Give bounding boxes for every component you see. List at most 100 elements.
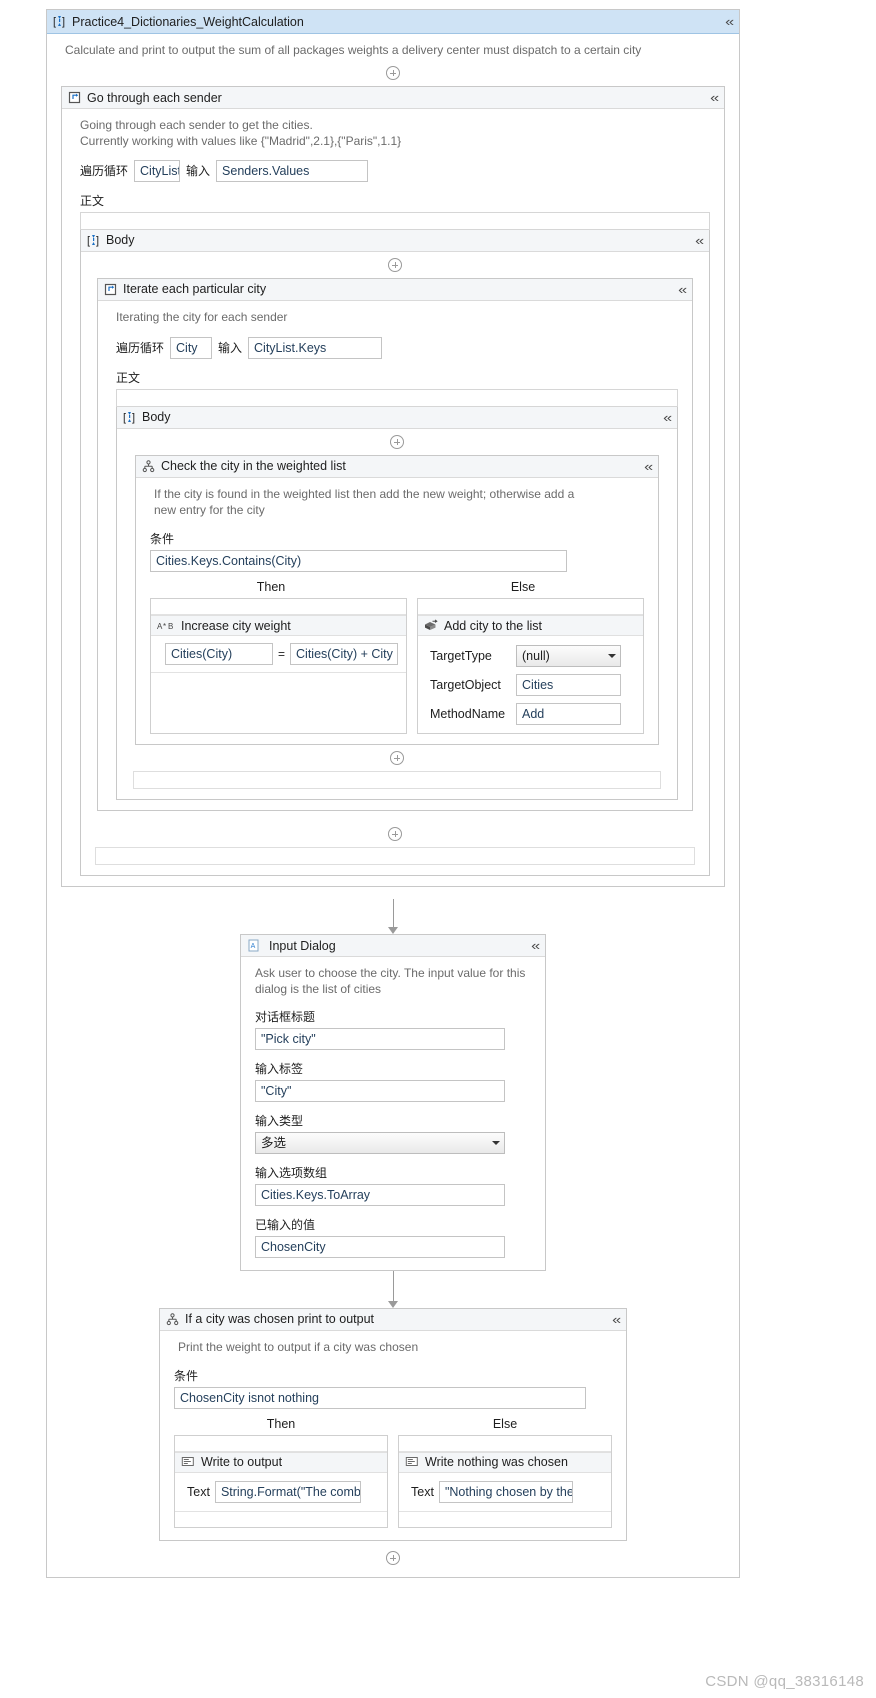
plus-icon[interactable] bbox=[386, 1550, 400, 1565]
if-weighted-header[interactable]: Check the city in the weighted list « bbox=[136, 455, 658, 478]
invoke-method-add-city-to-the-list[interactable]: Add city to the list TargetType (null) T… bbox=[418, 615, 643, 733]
sequence-icon: [ ] bbox=[123, 411, 136, 424]
add-activity-after-inner-loop[interactable] bbox=[81, 821, 709, 847]
root-sequence-header[interactable]: [ ] Practice4_Dictionaries_WeightCalcula… bbox=[47, 10, 739, 34]
inner-body-bottom-lane[interactable] bbox=[133, 771, 661, 790]
write-to-output-header[interactable]: Write to output bbox=[175, 1451, 387, 1473]
root-sequence-title: Practice4_Dictionaries_WeightCalculation bbox=[72, 14, 304, 29]
if-weighted-then-branch[interactable]: A * B Increase city weight Cities(City) … bbox=[150, 598, 408, 735]
input-type-combo[interactable]: 多选 bbox=[255, 1131, 505, 1154]
collapse-icon[interactable]: « bbox=[678, 283, 687, 296]
if-icon bbox=[166, 1312, 179, 1326]
plus-icon[interactable] bbox=[386, 66, 400, 81]
if-weighted-condition-input[interactable]: Cities.Keys.Contains(City) bbox=[150, 550, 567, 573]
field-label-entered-value: 已输入的值 bbox=[255, 1217, 316, 1232]
options-array-input[interactable]: Cities.Keys.ToArray bbox=[255, 1183, 505, 1206]
collapse-icon[interactable]: « bbox=[612, 1313, 621, 1326]
add-activity-bottom[interactable] bbox=[47, 1541, 739, 1577]
plus-icon[interactable] bbox=[390, 434, 404, 449]
assign-header[interactable]: A * B Increase city weight bbox=[151, 615, 407, 637]
outer-body-header[interactable]: [ ] Body « bbox=[81, 229, 709, 252]
if-weighted-annotation: If the city is found in the weighted lis… bbox=[154, 486, 575, 517]
inner-loop-header[interactable]: Iterate each particular city « bbox=[98, 278, 692, 301]
else-drop-lane[interactable] bbox=[399, 1436, 611, 1452]
entered-value-input[interactable]: ChosenCity bbox=[255, 1235, 505, 1258]
add-activity-top[interactable] bbox=[47, 60, 739, 86]
then-label: Then bbox=[266, 1416, 296, 1431]
outer-loop-item-variable[interactable]: CityList bbox=[134, 159, 181, 182]
outer-loop-header[interactable]: Go through each sender « bbox=[62, 87, 724, 110]
collapse-icon[interactable]: « bbox=[531, 939, 540, 952]
invoke-method-header[interactable]: Add city to the list bbox=[418, 615, 643, 637]
if-chosen-condition-input[interactable]: ChosenCity isnot nothing bbox=[174, 1386, 586, 1409]
input-dialog-annotation: Ask user to choose the city. The input v… bbox=[255, 966, 526, 997]
if-weighted-else-branch[interactable]: Add city to the list TargetType (null) T… bbox=[417, 598, 644, 735]
outer-body-title: Body bbox=[106, 233, 135, 248]
if-chosen-then-branch[interactable]: Write to output Text String.Format("The … bbox=[174, 1434, 388, 1528]
assign-title: Increase city weight bbox=[181, 618, 291, 633]
then-drop-lane[interactable] bbox=[151, 599, 407, 616]
foreach-icon bbox=[68, 91, 81, 104]
if-chosen-else-branch[interactable]: Write nothing was chosen Text "Nothing c… bbox=[398, 1434, 612, 1528]
inner-loop-item-variable[interactable]: City bbox=[170, 336, 213, 359]
assign-increase-city-weight[interactable]: A * B Increase city weight Cities(City) … bbox=[151, 615, 407, 728]
write-nothing-header[interactable]: Write nothing was chosen bbox=[399, 1451, 611, 1473]
collapse-icon[interactable]: « bbox=[644, 460, 653, 473]
outer-body-bottom-lane[interactable] bbox=[95, 847, 695, 866]
targetobject-input[interactable]: Cities bbox=[516, 674, 622, 697]
foreach-go-through-each-sender[interactable]: Go through each sender « Going through e… bbox=[61, 86, 725, 888]
methodname-input[interactable]: Add bbox=[516, 703, 622, 726]
root-sequence[interactable]: [ ] Practice4_Dictionaries_WeightCalcula… bbox=[46, 9, 740, 1578]
collapse-icon[interactable]: « bbox=[663, 411, 672, 424]
field-label-input-label: 输入标签 bbox=[255, 1061, 304, 1076]
plus-icon[interactable] bbox=[388, 257, 402, 272]
outer-loop-title: Go through each sender bbox=[87, 90, 222, 105]
write-nothing-text-input[interactable]: "Nothing chosen by the us bbox=[438, 1480, 573, 1503]
prop-label-targettype: TargetType bbox=[430, 649, 492, 664]
foreach-icon bbox=[104, 283, 117, 296]
targettype-combo[interactable]: (null) bbox=[516, 645, 622, 668]
collapse-icon[interactable]: « bbox=[710, 91, 719, 104]
watermark: CSDN @qq_38316148 bbox=[705, 1673, 864, 1690]
inner-loop-body-sequence[interactable]: [ ] Body « Check the city in the weighte… bbox=[116, 406, 678, 801]
else-drop-lane[interactable] bbox=[418, 599, 643, 616]
assign-left-input[interactable]: Cities(City) bbox=[165, 643, 273, 666]
inner-body-header[interactable]: [ ] Body « bbox=[117, 406, 677, 429]
write-line-write-to-output[interactable]: Write to output Text String.Format("The … bbox=[175, 1451, 387, 1527]
arrow-head-icon bbox=[388, 1300, 398, 1308]
targettype-value: (null) bbox=[522, 649, 550, 664]
if-a-city-was-chosen-print-to-output[interactable]: If a city was chosen print to output « P… bbox=[159, 1307, 627, 1541]
if-check-city-in-weighted-list[interactable]: Check the city in the weighted list « If… bbox=[135, 454, 659, 746]
add-activity-after-if[interactable] bbox=[117, 745, 677, 771]
write-line-write-nothing-was-chosen[interactable]: Write nothing was chosen Text "Nothing c… bbox=[399, 1451, 611, 1527]
inner-body-title: Body bbox=[142, 410, 171, 425]
inner-loop-collection-input[interactable]: CityList.Keys bbox=[248, 336, 383, 359]
sequence-icon: [ ] bbox=[53, 15, 66, 28]
assign-right-input[interactable]: Cities(City) + City bbox=[290, 643, 399, 666]
if-icon bbox=[142, 460, 155, 473]
invoke-method-icon bbox=[424, 619, 438, 632]
outer-loop-collection-input[interactable]: Senders.Values bbox=[216, 159, 369, 182]
collapse-icon[interactable]: « bbox=[725, 15, 734, 28]
write-line-icon bbox=[405, 1456, 419, 1468]
plus-icon[interactable] bbox=[388, 827, 402, 842]
outer-loop-drop-lane[interactable] bbox=[80, 211, 710, 230]
if-chosen-header[interactable]: If a city was chosen print to output « bbox=[160, 1308, 626, 1331]
collapse-icon[interactable]: « bbox=[695, 234, 704, 247]
plus-icon[interactable] bbox=[390, 751, 404, 766]
outer-loop-body-label: 正文 bbox=[80, 193, 105, 208]
sequence-icon: [ ] bbox=[87, 234, 100, 247]
input-dialog-icon: A bbox=[247, 939, 260, 952]
add-activity-inner-body[interactable] bbox=[117, 429, 677, 455]
then-drop-lane[interactable] bbox=[175, 1436, 387, 1452]
outer-loop-body-sequence[interactable]: [ ] Body « Iterate each particular city … bbox=[80, 229, 710, 877]
connector-to-input-dialog bbox=[47, 899, 739, 935]
input-label-input[interactable]: "City" bbox=[255, 1079, 505, 1102]
add-activity-outer-body[interactable] bbox=[81, 252, 709, 278]
foreach-iterate-each-particular-city[interactable]: Iterate each particular city « Iterating… bbox=[97, 277, 693, 812]
input-dialog-header[interactable]: A Input Dialog « bbox=[241, 935, 545, 958]
inner-loop-drop-lane[interactable] bbox=[116, 388, 678, 407]
dialog-title-input[interactable]: "Pick city" bbox=[255, 1027, 505, 1050]
activity-input-dialog[interactable]: A Input Dialog « Ask user to choose the … bbox=[240, 934, 546, 1271]
write-to-output-text-input[interactable]: String.Format("The combi bbox=[214, 1480, 361, 1503]
